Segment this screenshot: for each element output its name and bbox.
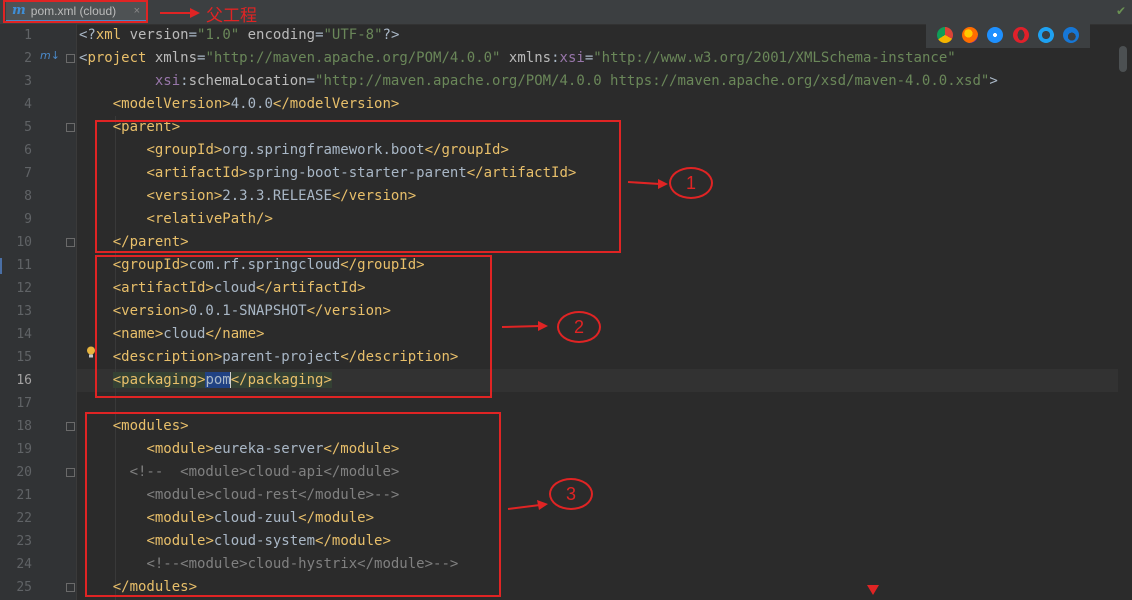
gutter-marker — [0, 258, 2, 274]
code-token: : — [551, 50, 560, 66]
line-number: 19 — [16, 442, 32, 457]
code-token: : — [180, 73, 189, 89]
code-line[interactable]: xsi:schemaLocation="http://maven.apache.… — [79, 70, 998, 93]
annotation-label-parent-project: 父工程 — [206, 6, 257, 25]
opera-icon[interactable] — [1012, 27, 1029, 43]
code-token: project — [87, 50, 155, 66]
code-token: xsi — [559, 50, 585, 66]
inspection-ok-icon: ✔ — [1116, 4, 1127, 18]
annotation-arrow-1 — [627, 179, 668, 189]
code-token: = — [306, 73, 316, 89]
line-number: 18 — [16, 419, 32, 434]
line-number: 10 — [16, 235, 32, 250]
code-token: xml — [95, 27, 130, 43]
chrome-icon[interactable] — [936, 27, 953, 43]
browser-preview-bar — [926, 22, 1090, 48]
ie-icon[interactable] — [1037, 27, 1054, 43]
callout-1: 1 — [669, 167, 713, 199]
code-token: version — [129, 27, 189, 43]
line-number: 5 — [24, 120, 32, 135]
line-number: 21 — [16, 488, 32, 503]
annotation-arrow-3 — [507, 500, 548, 510]
line-number: 12 — [16, 281, 32, 296]
fold-marker-icon[interactable] — [66, 422, 75, 431]
code-token: schemaLocation — [188, 73, 307, 89]
code-token: xsi — [154, 73, 181, 89]
vertical-scrollbar-thumb[interactable] — [1119, 46, 1127, 72]
annotation-box-tab — [3, 0, 148, 23]
code-token: "http://maven.apache.org/POM/4.0.0" — [205, 50, 501, 66]
firefox-icon[interactable] — [961, 27, 978, 43]
line-number: 14 — [16, 327, 32, 342]
code-line[interactable]: <?xml version="1.0" encoding="UTF-8"?> — [79, 24, 399, 47]
fold-marker-icon[interactable] — [66, 123, 75, 132]
code-token: </modelVersion> — [272, 96, 400, 112]
code-token: <? — [79, 27, 96, 43]
annotation-arrow-down — [867, 585, 879, 595]
edge-icon[interactable] — [1063, 27, 1080, 43]
code-token: "1.0" — [197, 27, 240, 43]
line-number: 16 — [16, 373, 32, 388]
fold-marker-icon[interactable] — [66, 54, 75, 63]
annotation-arrow-2 — [501, 321, 548, 331]
line-number: 17 — [16, 396, 32, 411]
annotation-box-modules — [85, 412, 501, 597]
line-number: 8 — [24, 189, 32, 204]
line-number: 2 — [24, 51, 32, 66]
line-number: 11 — [16, 258, 32, 273]
line-number: 23 — [16, 534, 32, 549]
code-token: ?> — [382, 27, 400, 43]
fold-marker-icon[interactable] — [66, 468, 75, 477]
code-token: > — [989, 73, 998, 89]
line-number: 7 — [24, 166, 32, 181]
line-number: 22 — [16, 511, 32, 526]
line-number: 13 — [16, 304, 32, 319]
fold-marker-icon[interactable] — [66, 238, 75, 247]
maven-marker-icon[interactable]: m↓ — [40, 49, 60, 62]
line-number: 9 — [24, 212, 32, 227]
code-token: "http://www.w3.org/2001/XMLSchema-instan… — [593, 50, 956, 66]
code-token: xmlns — [154, 50, 198, 66]
code-token: = — [584, 50, 594, 66]
annotation-box-project-info — [95, 255, 492, 398]
callout-2: 2 — [557, 311, 601, 343]
code-line[interactable]: <modelVersion>4.0.0</modelVersion> — [79, 93, 400, 116]
code-token: = — [315, 27, 324, 43]
fold-marker-icon[interactable] — [66, 583, 75, 592]
code-token: encoding — [247, 27, 316, 43]
line-number: 25 — [16, 580, 32, 595]
code-token: "UTF-8" — [323, 27, 383, 43]
code-token: "http://maven.apache.org/POM/4.0.0 https… — [315, 73, 990, 89]
line-number: 3 — [24, 74, 32, 89]
code-token: = — [188, 27, 198, 43]
code-token: xmlns — [508, 50, 552, 66]
line-number: 6 — [24, 143, 32, 158]
annotation-box-parent — [95, 120, 621, 253]
line-number: 4 — [24, 97, 32, 112]
safari-icon[interactable] — [987, 27, 1004, 43]
line-number-gutter: 1 2 3 4 5 6 7 8 9 10 11 12 13 14 15 16 17 18 19 20 21 22 23 24 2… — [0, 24, 77, 600]
code-token: <modelVersion> — [112, 96, 231, 112]
line-number: 20 — [16, 465, 32, 480]
annotation-arrow-tab — [160, 8, 200, 18]
callout-3: 3 — [549, 478, 593, 510]
line-number: 24 — [16, 557, 32, 572]
code-token: 4.0.0 — [230, 96, 273, 112]
line-number: 15 — [16, 350, 32, 365]
line-number: 1 — [24, 28, 32, 43]
code-line[interactable]: <project xmlns="http://maven.apache.org/… — [79, 47, 956, 70]
